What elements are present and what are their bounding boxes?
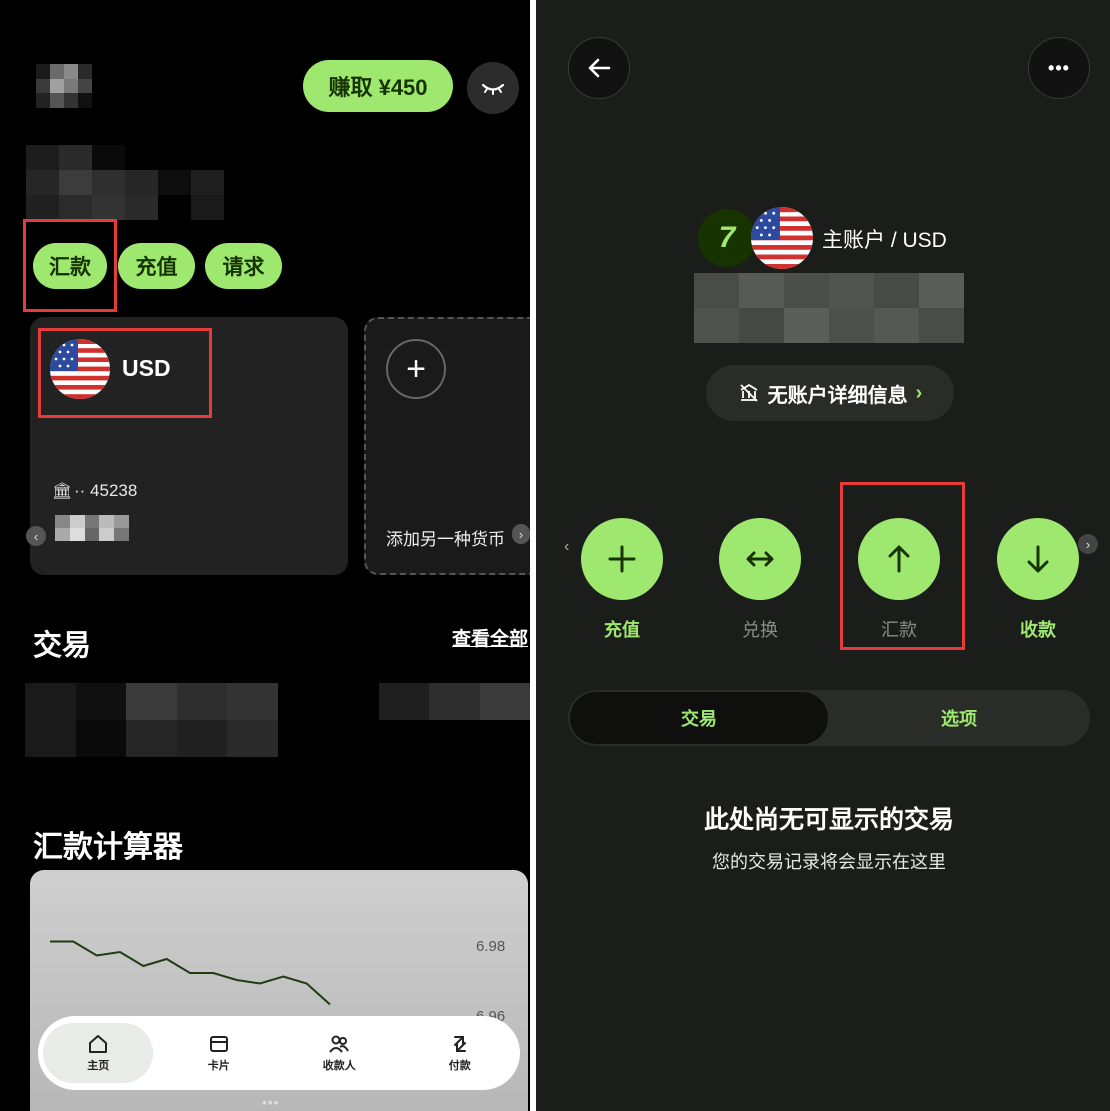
- tab-recipients-label: 收款人: [322, 1060, 356, 1072]
- transaction-row[interactable]: [25, 683, 530, 757]
- convert-action-button[interactable]: [719, 518, 801, 600]
- card-balance: [55, 515, 129, 541]
- wise-logo: 7: [698, 209, 756, 267]
- swap-icon: [746, 551, 774, 567]
- account-title: 主账户 / USD: [822, 229, 947, 252]
- tab-recipients[interactable]: 收款人: [284, 1023, 394, 1083]
- hide-balance-button[interactable]: [467, 62, 519, 114]
- view-all-link[interactable]: 查看全部: [452, 624, 528, 651]
- wise-logo-glyph: 7: [718, 221, 736, 254]
- scroll-left-arrow[interactable]: ‹: [564, 538, 569, 556]
- card-icon: [209, 1036, 228, 1052]
- empty-state-title: 此处尚无可显示的交易: [703, 806, 954, 834]
- tab-payments-label: 付款: [448, 1060, 471, 1072]
- earn-reward-button[interactable]: 赚取 ¥450: [303, 60, 453, 112]
- tab-transactions-label: 交易: [681, 709, 717, 729]
- top-up-action-label: 充值: [604, 620, 640, 640]
- y-tick-label-0: 6.98: [476, 938, 505, 955]
- more-dots-icon: •••: [1048, 57, 1070, 78]
- prev-card-arrow[interactable]: ‹: [26, 526, 46, 546]
- tab-options-label: 选项: [941, 709, 977, 729]
- tab-switcher: 交易 选项: [568, 690, 1090, 746]
- add-currency-label: 添加另一种货币: [386, 530, 505, 549]
- convert-action-label: 兑换: [742, 620, 778, 640]
- chevron-right-icon: ›: [915, 381, 923, 404]
- earn-reward-label: 赚取 ¥450: [328, 75, 428, 100]
- tab-payments[interactable]: 付款: [405, 1023, 515, 1083]
- more-options-button[interactable]: •••: [1028, 37, 1090, 99]
- highlight-box-send-action: [840, 482, 965, 650]
- tab-transactions[interactable]: 交易: [570, 692, 828, 744]
- arrow-down-icon: [1027, 545, 1049, 573]
- request-button[interactable]: 请求: [205, 243, 282, 289]
- avatar[interactable]: [36, 64, 92, 108]
- no-account-details-label: 无账户详细信息: [767, 384, 908, 407]
- bank-icon: 🏛︎: [52, 483, 73, 500]
- plus-icon: [608, 545, 636, 573]
- no-account-details-button[interactable]: 无账户详细信息 ›: [706, 365, 954, 421]
- add-currency-card[interactable]: + 添加另一种货币: [364, 317, 530, 575]
- highlight-box-usd: [38, 328, 212, 418]
- receive-action-button[interactable]: [997, 518, 1079, 600]
- empty-state-subtitle: 您的交易记录将会显示在这里: [712, 852, 946, 872]
- home-indicator-dots: •••: [262, 1094, 280, 1110]
- rate-series-line: [50, 940, 331, 1006]
- receive-action-label: 收款: [1020, 620, 1056, 640]
- next-card-arrow[interactable]: ›: [512, 524, 530, 544]
- recipients-icon: [329, 1035, 350, 1053]
- arrow-left-icon: [588, 58, 611, 78]
- payments-icon: [453, 1036, 466, 1052]
- bottom-tab-bar: 主页 卡片 收款人 付款: [38, 1016, 520, 1090]
- bank-off-icon: [740, 383, 758, 402]
- request-label: 请求: [222, 256, 265, 279]
- transactions-title: 交易: [33, 630, 92, 662]
- home-screen: 赚取 ¥450 汇款 充值 请求 USD 🏛︎ ·· 45238 ‹ + 添加另…: [0, 0, 530, 1111]
- top-up-button[interactable]: 充值: [118, 243, 195, 289]
- tab-cards[interactable]: 卡片: [164, 1023, 274, 1083]
- eye-closed-icon: [481, 83, 505, 95]
- back-button[interactable]: [568, 37, 630, 99]
- account-suffix: ·· 45238: [74, 481, 138, 500]
- scroll-right-arrow[interactable]: ›: [1078, 534, 1098, 554]
- tab-cards-label: 卡片: [207, 1060, 230, 1072]
- calculator-title: 汇款计算器: [33, 831, 183, 864]
- tab-home-label: 主页: [87, 1060, 110, 1072]
- home-icon: [89, 1035, 108, 1053]
- tab-home[interactable]: 主页: [43, 1023, 154, 1083]
- balance-amount: [26, 145, 224, 220]
- us-flag-icon: [751, 207, 813, 269]
- highlight-box-send: [23, 219, 117, 312]
- top-up-label: 充值: [135, 256, 178, 279]
- tab-options[interactable]: 选项: [830, 692, 1088, 744]
- top-up-action-button[interactable]: [581, 518, 663, 600]
- plus-icon: +: [386, 339, 446, 399]
- account-balance: [694, 273, 964, 343]
